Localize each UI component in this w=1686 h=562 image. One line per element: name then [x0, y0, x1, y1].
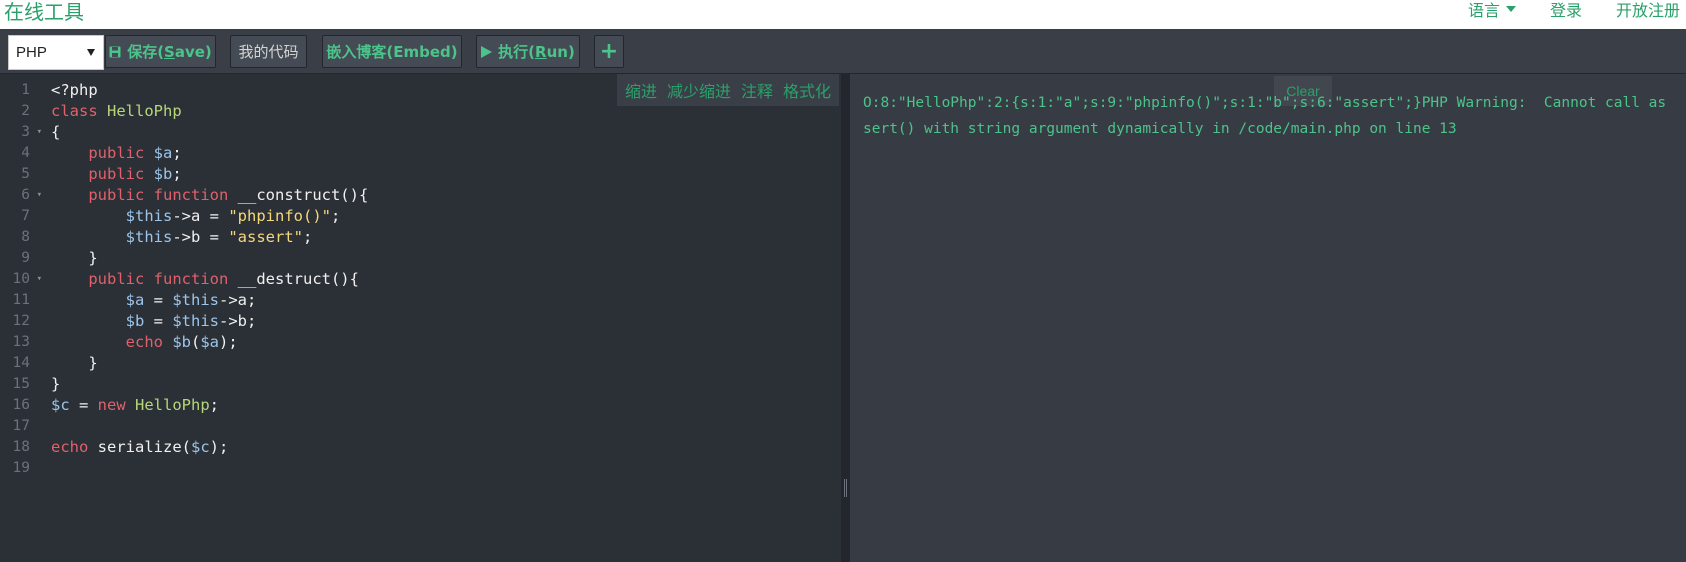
- code-line: $this->a = "phpinfo()";: [125, 207, 341, 225]
- nav-register[interactable]: 开放注册: [1616, 0, 1680, 20]
- top-navbar: 在线工具 语言 登录 开放注册: [0, 0, 1686, 29]
- dropdown-arrow-icon: [87, 49, 95, 56]
- drag-handle-icon[interactable]: [844, 479, 847, 497]
- save-button[interactable]: 保存(Save): [105, 35, 216, 68]
- floppy-disk-icon: [109, 46, 121, 58]
- code-line: echo serialize($c);: [51, 438, 229, 456]
- code-line: }: [51, 354, 98, 372]
- line-number: 10 ▾: [0, 269, 44, 290]
- line-number: 1: [21, 82, 30, 98]
- run-button[interactable]: 执行(Run): [476, 35, 580, 68]
- code-line: }: [51, 249, 98, 267]
- fold-arrow-icon[interactable]: ▾: [37, 269, 42, 290]
- code-line: class HelloPhp: [51, 102, 182, 120]
- language-select[interactable]: PHP: [8, 35, 104, 70]
- code-line: {: [51, 123, 61, 141]
- line-number: 15: [12, 376, 30, 392]
- line-number: 7: [21, 208, 30, 224]
- line-number: 16: [12, 397, 30, 413]
- line-number: 13: [12, 334, 30, 350]
- line-number: 2: [21, 103, 30, 119]
- line-number: 8: [21, 229, 30, 245]
- nav-language-label: 语言: [1467, 1, 1500, 20]
- code-line: $b = $this->b;: [125, 312, 257, 330]
- line-number: 14: [12, 355, 30, 371]
- line-number: 9: [21, 250, 30, 266]
- output-panel: Clear O:8:"HelloPhp":2:{s:1:"a";s:9:"php…: [850, 74, 1686, 562]
- code-text-area[interactable]: <?php class HelloPhp { public $a; public $…: [51, 80, 368, 479]
- run-button-label: 执行(Run): [498, 43, 575, 61]
- language-select-value: PHP: [16, 44, 47, 61]
- pane-splitter[interactable]: [841, 74, 850, 562]
- nav-login[interactable]: 登录: [1550, 0, 1582, 20]
- code-line: $a = $this->a;: [125, 291, 257, 309]
- code-editor[interactable]: 1 2 3 ▾ 4 5 6 ▾ 7 8 9 10 ▾ 11 12 13 14 15 1…: [0, 74, 841, 562]
- line-number: 4: [21, 145, 30, 161]
- comment-button[interactable]: 注释: [741, 78, 773, 102]
- code-line: }: [51, 375, 61, 393]
- fold-arrow-icon[interactable]: ▾: [37, 122, 42, 143]
- nav-language[interactable]: 语言: [1468, 0, 1516, 20]
- line-number: 11: [12, 292, 30, 308]
- caret-down-icon: [1505, 6, 1516, 12]
- code-line: public function __destruct(){: [88, 270, 359, 288]
- my-code-button[interactable]: 我的代码: [230, 35, 307, 68]
- code-line: public function __construct(){: [88, 186, 369, 204]
- line-number-gutter: 1 2 3 ▾ 4 5 6 ▾ 7 8 9 10 ▾ 11 12 13 14 15 1…: [0, 80, 44, 479]
- line-number: 6 ▾: [0, 185, 44, 206]
- indent-button[interactable]: 缩进: [625, 78, 657, 102]
- top-nav: 语言 登录 开放注册: [1468, 0, 1686, 20]
- code-line: <?php: [51, 81, 98, 99]
- outdent-button[interactable]: 减少缩进: [667, 78, 731, 102]
- output-text: O:8:"HelloPhp":2:{s:1:"a";s:9:"phpinfo()…: [863, 95, 1667, 137]
- code-line: $c = new HelloPhp;: [51, 396, 220, 414]
- code-line: echo $b($a);: [125, 333, 238, 351]
- play-icon: [481, 45, 493, 58]
- format-button[interactable]: 格式化: [783, 78, 831, 102]
- code-line: $this->b = "assert";: [125, 228, 313, 246]
- editor-tools: 缩进 减少缩进 注释 格式化: [616, 74, 839, 106]
- line-number: 18: [12, 439, 30, 455]
- save-button-label: 保存(Save): [127, 43, 212, 61]
- add-plus-icon[interactable]: +: [594, 35, 624, 68]
- code-line: public $a;: [88, 144, 182, 162]
- line-number: 5: [21, 166, 30, 182]
- embed-button[interactable]: 嵌入博客(Embed): [322, 35, 462, 68]
- line-number: 12: [12, 313, 30, 329]
- site-logo[interactable]: 在线工具: [4, 0, 84, 25]
- line-number: 17: [12, 418, 30, 434]
- code-line: public $b;: [88, 165, 182, 183]
- line-number: 3 ▾: [0, 122, 44, 143]
- line-number: 19: [12, 460, 30, 476]
- editor-toolbar: PHP 保存(Save) 我的代码 嵌入博客(Embed) 执行(Run) +: [0, 29, 1686, 74]
- fold-arrow-icon[interactable]: ▾: [37, 185, 42, 206]
